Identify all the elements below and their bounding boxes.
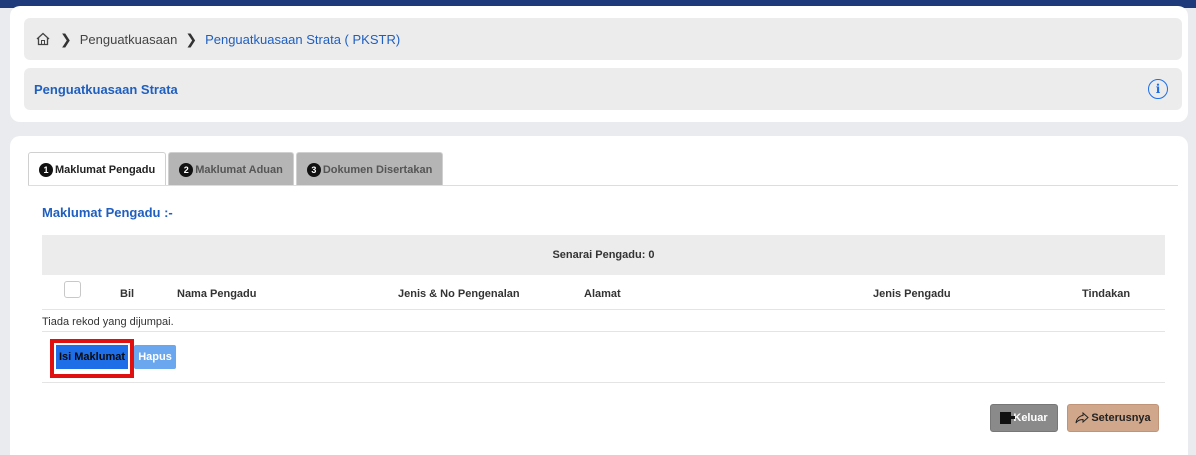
tab-label: Maklumat Aduan [195,163,283,176]
seterusnya-button[interactable]: Seterusnya [1067,404,1159,432]
empty-state-text: Tiada rekod yang dijumpai. [42,312,1165,332]
step-number-icon: 3 [306,162,321,177]
tab-maklumat-pengadu[interactable]: 1 Maklumat Pengadu [28,152,167,186]
exit-icon [1000,412,1016,424]
breadcrumb-item-penguatkuasaan[interactable]: Penguatkuasaan [80,32,178,47]
column-header-tindakan: Tindakan [1082,288,1131,300]
page-title: Penguatkuasaan Strata [34,81,178,97]
chevron-right-icon: ❯ [60,30,72,47]
table-header-row: Bil Nama Pengadu Jenis & No Pengenalan A… [42,280,1165,310]
seterusnya-label: Seterusnya [1091,412,1151,424]
page-title-bar: Penguatkuasaan Strata i [24,68,1182,110]
step-number-icon: 1 [39,162,53,177]
share-forward-icon [1075,411,1091,424]
column-header-bil: Bil [120,288,135,300]
column-header-nama: Nama Pengadu [177,288,257,300]
tab-bar: 1 Maklumat Pengadu 2 Maklumat Aduan 3 Do… [28,152,445,186]
breadcrumb-item-current[interactable]: Penguatkuasaan Strata ( PKSTR) [205,32,400,47]
tab-label: Maklumat Pengadu [55,163,156,176]
info-icon[interactable]: i [1148,79,1168,99]
section-title: Maklumat Pengadu :- [42,205,173,220]
column-header-alamat: Alamat [584,288,621,300]
hapus-button[interactable]: Hapus [134,345,176,369]
tab-dokumen-disertakan[interactable]: 3 Dokumen Disertakan [295,152,444,186]
tab-divider [28,185,1178,186]
keluar-button[interactable]: Keluar [990,404,1058,432]
tab-label: Dokumen Disertakan [322,163,433,176]
table-caption: Senarai Pengadu: 0 [42,235,1165,275]
highlight-box [50,339,134,378]
tab-maklumat-aduan[interactable]: 2 Maklumat Aduan [168,152,294,186]
keluar-label: Keluar [1013,412,1048,424]
breadcrumb: ❯ Penguatkuasaan ❯ Penguatkuasaan Strata… [24,18,1182,60]
step-number-icon: 2 [179,162,194,177]
table-actions [42,333,1165,383]
chevron-right-icon: ❯ [185,30,198,47]
column-header-jenis-no: Jenis & No Pengenalan [398,288,520,300]
column-header-jenis-pengadu: Jenis Pengadu [873,288,951,300]
home-icon[interactable] [34,30,52,48]
